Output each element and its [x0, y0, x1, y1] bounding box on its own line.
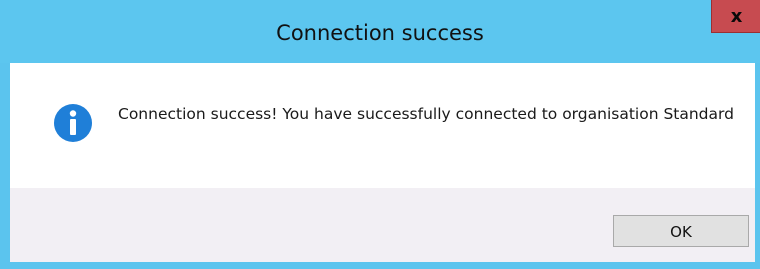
dialog-message: Connection success! You have successfull…: [118, 105, 734, 123]
connection-success-dialog: Connection success x Connection success!…: [0, 0, 760, 269]
info-icon: [54, 104, 92, 142]
dialog-footer: OK: [10, 188, 755, 262]
window-bottom-border: [0, 262, 760, 269]
dialog-title: Connection success: [276, 21, 484, 45]
dialog-content: Connection success! You have successfull…: [10, 63, 755, 188]
ok-button[interactable]: OK: [613, 215, 749, 247]
title-bar[interactable]: Connection success x: [0, 0, 760, 63]
close-icon: x: [730, 6, 743, 27]
close-button[interactable]: x: [711, 0, 760, 33]
